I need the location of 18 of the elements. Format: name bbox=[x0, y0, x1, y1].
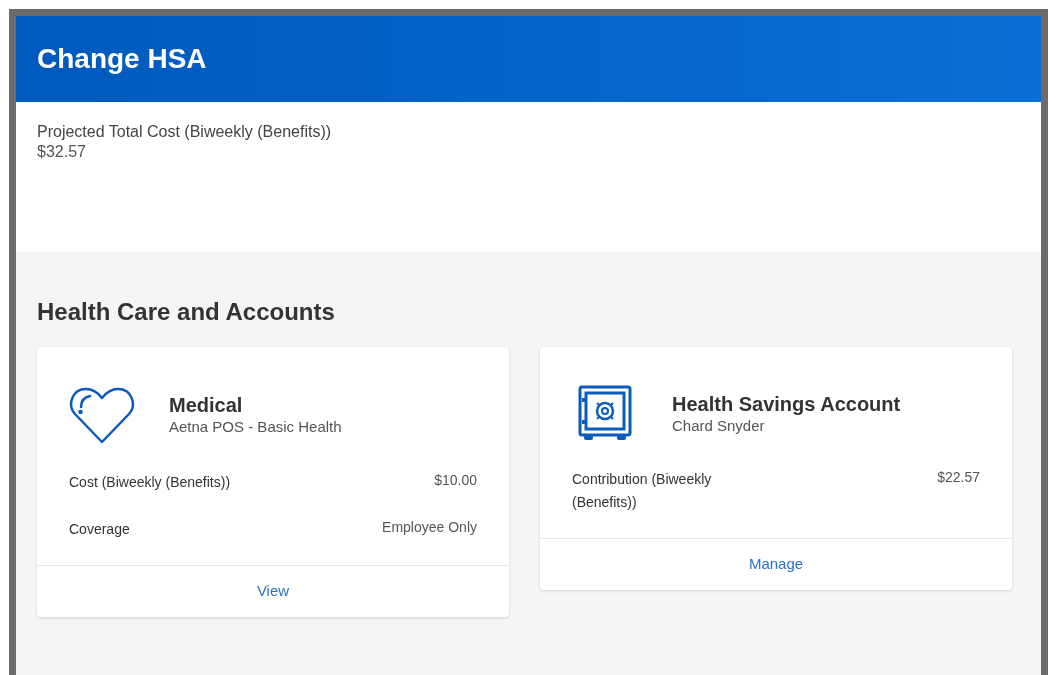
detail-value: $10.00 bbox=[434, 471, 477, 490]
heart-icon bbox=[69, 385, 135, 445]
summary-value: $32.57 bbox=[37, 142, 86, 162]
section-title: Health Care and Accounts bbox=[37, 297, 336, 327]
card-action-link[interactable]: Manage bbox=[748, 553, 804, 576]
summary-label: Projected Total Cost (Biweekly (Benefits)) bbox=[37, 122, 332, 142]
detail-label: Cost (Biweekly (Benefits)) bbox=[69, 473, 232, 492]
safe-icon bbox=[578, 385, 632, 442]
card-subtitle: Aetna POS - Basic Health bbox=[169, 417, 342, 437]
detail-label: Coverage bbox=[69, 520, 131, 539]
card-title: Medical bbox=[169, 393, 243, 417]
page-title: Change HSA bbox=[37, 42, 207, 76]
card-title: Health Savings Account bbox=[672, 391, 901, 416]
card-action-link[interactable]: View bbox=[256, 580, 290, 603]
card-subtitle: Chard Snyder bbox=[672, 415, 765, 436]
detail-value: $22.57 bbox=[937, 468, 980, 487]
detail-label: Contribution (Biweekly (Benefits)) bbox=[572, 470, 713, 512]
detail-value: Employee Only bbox=[382, 518, 477, 537]
